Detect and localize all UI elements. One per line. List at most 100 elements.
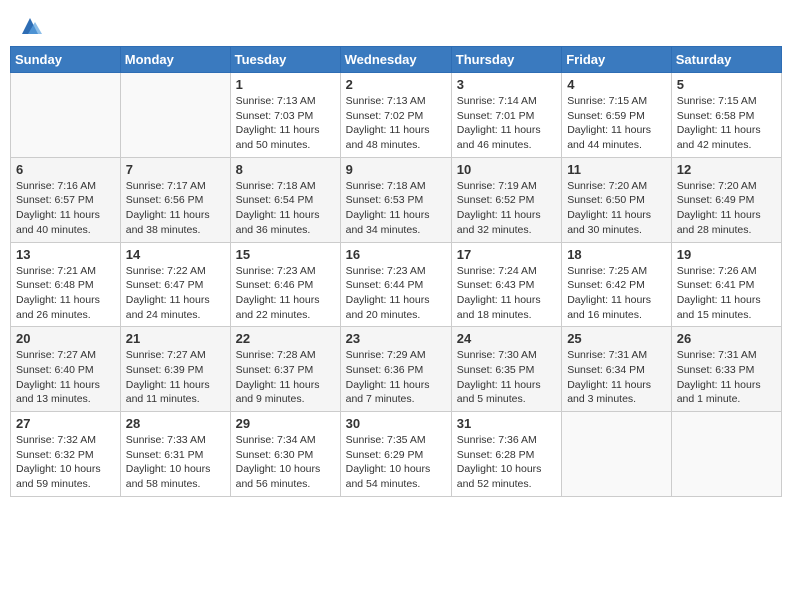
day-info: Sunrise: 7:27 AMSunset: 6:40 PMDaylight:… (16, 348, 115, 407)
day-number: 30 (346, 416, 446, 431)
logo-icon (18, 14, 42, 38)
day-info: Sunrise: 7:15 AMSunset: 6:58 PMDaylight:… (677, 94, 776, 153)
day-number: 13 (16, 247, 115, 262)
calendar-day-cell: 31 Sunrise: 7:36 AMSunset: 6:28 PMDayligh… (451, 412, 561, 497)
day-number: 21 (126, 331, 225, 346)
calendar-day-cell: 24 Sunrise: 7:30 AMSunset: 6:35 PMDayligh… (451, 327, 561, 412)
day-number: 3 (457, 77, 556, 92)
day-number: 29 (236, 416, 335, 431)
calendar-day-header: Wednesday (340, 47, 451, 73)
day-info: Sunrise: 7:29 AMSunset: 6:36 PMDaylight:… (346, 348, 446, 407)
day-info: Sunrise: 7:20 AMSunset: 6:49 PMDaylight:… (677, 179, 776, 238)
day-number: 14 (126, 247, 225, 262)
day-number: 22 (236, 331, 335, 346)
calendar-day-header: Thursday (451, 47, 561, 73)
day-info: Sunrise: 7:16 AMSunset: 6:57 PMDaylight:… (16, 179, 115, 238)
calendar-day-cell: 13 Sunrise: 7:21 AMSunset: 6:48 PMDayligh… (11, 242, 121, 327)
calendar-day-cell (11, 73, 121, 158)
day-info: Sunrise: 7:35 AMSunset: 6:29 PMDaylight:… (346, 433, 446, 492)
calendar-day-cell: 7Sunrise: 7:17 AMSunset: 6:56 PMDaylight… (120, 157, 230, 242)
day-number: 5 (677, 77, 776, 92)
calendar-day-cell: 10Sunrise: 7:19 AMSunset: 6:52 PMDayligh… (451, 157, 561, 242)
day-info: Sunrise: 7:23 AMSunset: 6:46 PMDaylight:… (236, 264, 335, 323)
calendar-day-header: Friday (562, 47, 672, 73)
calendar-day-cell: 17Sunrise: 7:24 AMSunset: 6:43 PMDayligh… (451, 242, 561, 327)
calendar-week-row: 27 Sunrise: 7:32 AMSunset: 6:32 PMDayligh… (11, 412, 782, 497)
day-number: 31 (457, 416, 556, 431)
calendar-day-cell: 26 Sunrise: 7:31 AMSunset: 6:33 PMDayligh… (671, 327, 781, 412)
day-number: 15 (236, 247, 335, 262)
day-info: Sunrise: 7:13 AMSunset: 7:02 PMDaylight:… (346, 94, 446, 153)
day-number: 27 (16, 416, 115, 431)
day-info: Sunrise: 7:27 AMSunset: 6:39 PMDaylight:… (126, 348, 225, 407)
day-info: Sunrise: 7:32 AMSunset: 6:32 PMDaylight:… (16, 433, 115, 492)
day-number: 17 (457, 247, 556, 262)
calendar-day-cell: 21 Sunrise: 7:27 AMSunset: 6:39 PMDayligh… (120, 327, 230, 412)
calendar-week-row: 20 Sunrise: 7:27 AMSunset: 6:40 PMDayligh… (11, 327, 782, 412)
day-info: Sunrise: 7:25 AMSunset: 6:42 PMDaylight:… (567, 264, 666, 323)
day-info: Sunrise: 7:23 AMSunset: 6:44 PMDaylight:… (346, 264, 446, 323)
calendar-day-cell (120, 73, 230, 158)
day-info: Sunrise: 7:20 AMSunset: 6:50 PMDaylight:… (567, 179, 666, 238)
day-number: 10 (457, 162, 556, 177)
calendar-week-row: 6Sunrise: 7:16 AMSunset: 6:57 PMDaylight… (11, 157, 782, 242)
calendar-week-row: 1 Sunrise: 7:13 AMSunset: 7:03 PMDaylight… (11, 73, 782, 158)
logo (14, 14, 42, 38)
calendar-day-cell: 28Sunrise: 7:33 AMSunset: 6:31 PMDayligh… (120, 412, 230, 497)
calendar-day-cell: 23 Sunrise: 7:29 AMSunset: 6:36 PMDayligh… (340, 327, 451, 412)
day-number: 11 (567, 162, 666, 177)
calendar-day-cell: 16 Sunrise: 7:23 AMSunset: 6:44 PMDayligh… (340, 242, 451, 327)
calendar-day-cell (671, 412, 781, 497)
day-info: Sunrise: 7:36 AMSunset: 6:28 PMDaylight:… (457, 433, 556, 492)
day-info: Sunrise: 7:15 AMSunset: 6:59 PMDaylight:… (567, 94, 666, 153)
calendar-day-cell: 20 Sunrise: 7:27 AMSunset: 6:40 PMDayligh… (11, 327, 121, 412)
day-info: Sunrise: 7:18 AMSunset: 6:53 PMDaylight:… (346, 179, 446, 238)
day-number: 19 (677, 247, 776, 262)
day-number: 4 (567, 77, 666, 92)
calendar-day-cell: 29 Sunrise: 7:34 AMSunset: 6:30 PMDayligh… (230, 412, 340, 497)
day-info: Sunrise: 7:17 AMSunset: 6:56 PMDaylight:… (126, 179, 225, 238)
day-info: Sunrise: 7:18 AMSunset: 6:54 PMDaylight:… (236, 179, 335, 238)
day-number: 26 (677, 331, 776, 346)
day-info: Sunrise: 7:14 AMSunset: 7:01 PMDaylight:… (457, 94, 556, 153)
day-info: Sunrise: 7:30 AMSunset: 6:35 PMDaylight:… (457, 348, 556, 407)
day-info: Sunrise: 7:22 AMSunset: 6:47 PMDaylight:… (126, 264, 225, 323)
calendar-day-cell: 22 Sunrise: 7:28 AMSunset: 6:37 PMDayligh… (230, 327, 340, 412)
calendar-day-cell: 6Sunrise: 7:16 AMSunset: 6:57 PMDaylight… (11, 157, 121, 242)
day-number: 9 (346, 162, 446, 177)
calendar-day-cell: 30 Sunrise: 7:35 AMSunset: 6:29 PMDayligh… (340, 412, 451, 497)
calendar-day-cell: 25Sunrise: 7:31 AMSunset: 6:34 PMDayligh… (562, 327, 672, 412)
calendar-table: SundayMondayTuesdayWednesdayThursdayFrid… (10, 46, 782, 497)
calendar-day-cell: 15 Sunrise: 7:23 AMSunset: 6:46 PMDayligh… (230, 242, 340, 327)
day-info: Sunrise: 7:34 AMSunset: 6:30 PMDaylight:… (236, 433, 335, 492)
calendar-day-cell: 12 Sunrise: 7:20 AMSunset: 6:49 PMDayligh… (671, 157, 781, 242)
day-number: 28 (126, 416, 225, 431)
calendar-day-cell: 5 Sunrise: 7:15 AMSunset: 6:58 PMDaylight… (671, 73, 781, 158)
day-info: Sunrise: 7:13 AMSunset: 7:03 PMDaylight:… (236, 94, 335, 153)
day-number: 2 (346, 77, 446, 92)
day-number: 1 (236, 77, 335, 92)
calendar-day-cell: 4 Sunrise: 7:15 AMSunset: 6:59 PMDaylight… (562, 73, 672, 158)
calendar-day-cell: 27 Sunrise: 7:32 AMSunset: 6:32 PMDayligh… (11, 412, 121, 497)
calendar-day-cell: 1 Sunrise: 7:13 AMSunset: 7:03 PMDaylight… (230, 73, 340, 158)
day-number: 20 (16, 331, 115, 346)
day-info: Sunrise: 7:31 AMSunset: 6:33 PMDaylight:… (677, 348, 776, 407)
day-number: 18 (567, 247, 666, 262)
calendar-day-cell: 8Sunrise: 7:18 AMSunset: 6:54 PMDaylight… (230, 157, 340, 242)
calendar-day-cell: 19 Sunrise: 7:26 AMSunset: 6:41 PMDayligh… (671, 242, 781, 327)
page-header (10, 10, 782, 38)
day-info: Sunrise: 7:26 AMSunset: 6:41 PMDaylight:… (677, 264, 776, 323)
day-number: 25 (567, 331, 666, 346)
calendar-day-cell: 2 Sunrise: 7:13 AMSunset: 7:02 PMDaylight… (340, 73, 451, 158)
calendar-day-header: Saturday (671, 47, 781, 73)
day-info: Sunrise: 7:28 AMSunset: 6:37 PMDaylight:… (236, 348, 335, 407)
day-number: 23 (346, 331, 446, 346)
calendar-day-cell: 18 Sunrise: 7:25 AMSunset: 6:42 PMDayligh… (562, 242, 672, 327)
day-number: 12 (677, 162, 776, 177)
day-number: 24 (457, 331, 556, 346)
calendar-day-header: Monday (120, 47, 230, 73)
day-number: 16 (346, 247, 446, 262)
day-info: Sunrise: 7:21 AMSunset: 6:48 PMDaylight:… (16, 264, 115, 323)
calendar-day-cell: 11 Sunrise: 7:20 AMSunset: 6:50 PMDayligh… (562, 157, 672, 242)
calendar-day-cell: 9 Sunrise: 7:18 AMSunset: 6:53 PMDaylight… (340, 157, 451, 242)
